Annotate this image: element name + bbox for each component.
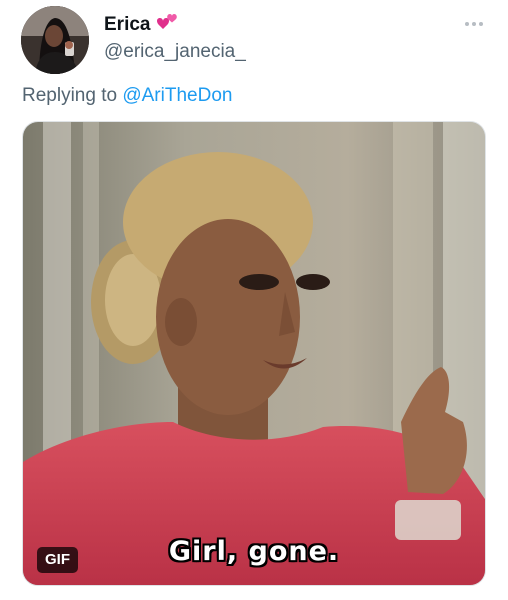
gif-badge: GIF bbox=[37, 547, 78, 573]
gif-frame-image bbox=[23, 122, 485, 585]
replying-to-label: Replying to bbox=[22, 85, 123, 106]
more-icon[interactable] bbox=[463, 18, 485, 30]
display-name-row: Erica bbox=[104, 13, 179, 37]
display-name[interactable]: Erica bbox=[104, 14, 150, 36]
user-handle[interactable]: @erica_janecia_ bbox=[104, 41, 246, 63]
gif-media[interactable]: Girl, gone. GIF bbox=[22, 121, 486, 586]
gif-caption: Girl, gone. bbox=[168, 536, 340, 567]
avatar[interactable] bbox=[21, 6, 89, 74]
tweet: Erica @erica_janecia_ Replying to @AriTh… bbox=[0, 0, 508, 600]
replying-to: Replying to @AriTheDon bbox=[22, 85, 232, 107]
two-hearts-icon bbox=[157, 14, 178, 29]
reply-to-handle-link[interactable]: @AriTheDon bbox=[122, 85, 232, 106]
